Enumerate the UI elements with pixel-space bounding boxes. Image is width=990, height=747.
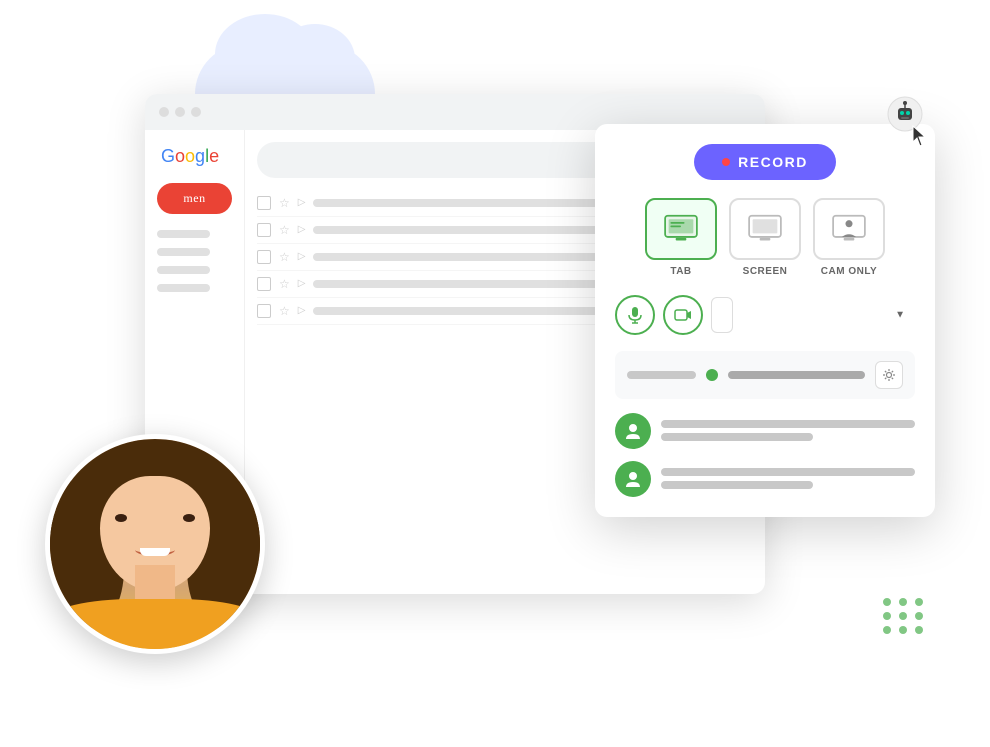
gmail-star[interactable]: ☆: [279, 304, 290, 318]
dot: [915, 626, 923, 634]
gmail-checkbox[interactable]: [257, 250, 271, 264]
gmail-checkbox[interactable]: [257, 196, 271, 210]
record-button[interactable]: RECORD: [694, 144, 836, 180]
participant-avatar: [615, 413, 651, 449]
gmail-star[interactable]: ☆: [279, 277, 290, 291]
gmail-logo: Google: [157, 146, 232, 167]
extension-popup: RECORD TAB: [595, 124, 935, 517]
browser-dot-2: [175, 107, 185, 117]
gmail-nav-item: [157, 248, 210, 256]
gmail-star[interactable]: ☆: [279, 250, 290, 264]
mode-options: TAB SCREEN: [615, 198, 915, 277]
av-controls: ▼: [615, 295, 915, 335]
dot: [883, 612, 891, 620]
gmail-checkbox[interactable]: [257, 304, 271, 318]
participant-avatar: [615, 461, 651, 497]
screen-icon-box[interactable]: [729, 198, 801, 260]
gmail-arrow: ▷: [298, 305, 306, 316]
mode-cam-only[interactable]: CAM ONLY: [813, 198, 885, 277]
dots-decoration: [883, 598, 925, 634]
participant-item: [615, 413, 915, 449]
record-dot: [722, 158, 730, 166]
screen-mode-label: SCREEN: [743, 266, 788, 277]
dot: [915, 598, 923, 606]
gmail-star[interactable]: ☆: [279, 223, 290, 237]
dot: [883, 598, 891, 606]
tab-icon-box[interactable]: [645, 198, 717, 260]
mode-tab[interactable]: TAB: [645, 198, 717, 277]
tab-bar-section: [615, 351, 915, 399]
gmail-compose-button[interactable]: men: [157, 183, 232, 214]
camera-select[interactable]: [711, 297, 733, 333]
participant-item: [615, 461, 915, 497]
record-label: RECORD: [738, 154, 808, 170]
browser-dot-1: [159, 107, 169, 117]
dot: [915, 612, 923, 620]
browser-dot-3: [191, 107, 201, 117]
dot: [899, 598, 907, 606]
gmail-arrow: ▷: [298, 278, 306, 289]
gmail-checkbox[interactable]: [257, 277, 271, 291]
tab-indicator-line: [627, 371, 696, 379]
camera-button[interactable]: [663, 295, 703, 335]
gmail-arrow: ▷: [298, 251, 306, 262]
profile-photo: [45, 434, 265, 654]
gmail-nav-item: [157, 266, 210, 274]
cam-icon-box[interactable]: [813, 198, 885, 260]
cursor: [911, 124, 931, 154]
dot: [883, 626, 891, 634]
camera-select-wrapper: ▼: [711, 297, 915, 333]
participant-name-line: [661, 468, 915, 476]
participant-status-line: [661, 481, 813, 489]
gmail-nav-item: [157, 284, 210, 292]
cam-only-mode-label: CAM ONLY: [821, 266, 877, 277]
participant-status-line: [661, 433, 813, 441]
tab-line-dark: [728, 371, 865, 379]
microphone-button[interactable]: [615, 295, 655, 335]
mode-screen[interactable]: SCREEN: [729, 198, 801, 277]
participant-info: [661, 420, 915, 441]
gmail-arrow: ▷: [298, 197, 306, 208]
dot: [899, 626, 907, 634]
gmail-nav-item: [157, 230, 210, 238]
participant-name-line: [661, 420, 915, 428]
gmail-star[interactable]: ☆: [279, 196, 290, 210]
scene: Google men ☆ ▷ ☆: [45, 34, 945, 714]
participant-list: [615, 413, 915, 497]
gmail-checkbox[interactable]: [257, 223, 271, 237]
tab-active-dot: [706, 369, 718, 381]
select-arrow-icon: ▼: [895, 309, 905, 320]
participant-info: [661, 468, 915, 489]
settings-button[interactable]: [875, 361, 903, 389]
dot: [899, 612, 907, 620]
tab-mode-label: TAB: [670, 266, 691, 277]
gmail-arrow: ▷: [298, 224, 306, 235]
